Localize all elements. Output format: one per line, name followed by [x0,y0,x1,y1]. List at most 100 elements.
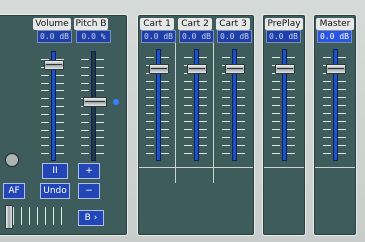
fader-scale-tick [161,97,169,98]
fader-scale-tick [199,137,207,138]
fader-scale-tick [272,105,280,106]
fader-scale-tick [338,89,346,90]
volume-b-readout: 0.0 dB [37,30,72,43]
fader-scale-tick [338,137,346,138]
fader-scale-tick [323,121,331,122]
cart-1-fader-knob[interactable] [149,64,169,74]
fader-scale-tick [161,153,169,154]
preplay-fader-knob[interactable] [275,64,295,74]
fader-scale-tick [323,137,331,138]
fader-scale-tick [81,90,89,91]
cart-1-header: Cart 1 [140,18,174,30]
fader-scale-tick [184,129,192,130]
fader-scale-tick [41,114,49,115]
pitch-bend-tick [61,207,62,225]
fader-scale-tick [323,113,331,114]
fader-scale-tick [222,89,230,90]
cart-1-readout: 0.0 dB [141,30,176,43]
af-button[interactable]: AF [3,183,25,199]
pitch-bend-tick [37,207,38,225]
fader-scale-tick [41,130,49,131]
fader-scale-tick [56,153,64,154]
pitch-bend-tick [53,207,54,225]
fader-scale-tick [237,105,245,106]
cart-2-readout: 0.0 dB [179,30,214,43]
fader-scale-tick [272,153,280,154]
fader-scale-tick [199,145,207,146]
master-panel: Master 0.0 dB [313,14,357,236]
fader-scale-tick [237,113,245,114]
cart-3-header: Cart 3 [216,18,250,30]
dial-icon[interactable] [5,153,19,167]
fader-scale-tick [237,145,245,146]
fader-scale-tick [41,153,49,154]
fader-scale-tick [287,81,295,82]
fader-scale-tick [184,153,192,154]
fader-scale-tick [184,121,192,122]
fader-scale-tick [146,153,154,154]
fader-scale-tick [338,129,346,130]
fader-scale-tick [81,83,89,84]
fader-scale-tick [81,130,89,131]
fader-scale-tick [338,113,346,114]
pitch-bend-slider[interactable] [5,205,63,229]
volume-b-fader-knob[interactable] [44,60,64,70]
fader-scale-tick [56,75,64,76]
master-header: Master [316,18,354,30]
fader-scale-tick [323,57,331,58]
mixer-window: Volume B Pitch B 0.0 dB 0.0 % II + AF Un… [0,0,365,242]
pitch-bend-knob[interactable] [5,205,13,229]
fader-scale-tick [81,122,89,123]
pitch-center-indicator [113,99,119,105]
fader-scale-tick [338,81,346,82]
b-next-button[interactable]: B › [78,210,104,226]
fader-scale-tick [184,81,192,82]
pause-button[interactable]: II [42,163,68,179]
fader-scale-tick [41,137,49,138]
fader-scale-tick [56,106,64,107]
fader-scale-tick [323,81,331,82]
fader-scale-tick [81,145,89,146]
deck-b-panel: Volume B Pitch B 0.0 dB 0.0 % II + AF Un… [0,14,128,236]
fader-scale-tick [146,57,154,58]
cart-2-header: Cart 2 [178,18,212,30]
fader-scale-tick [184,137,192,138]
fader-scale-tick [41,122,49,123]
fader-scale-tick [96,67,104,68]
fader-scale-tick [338,145,346,146]
fader-scale-tick [287,145,295,146]
fader-scale-tick [41,75,49,76]
undo-button[interactable]: Undo [40,183,70,199]
fader-area-divider [315,167,355,168]
fader-scale-tick [161,105,169,106]
fader-scale-tick [146,89,154,90]
fader-scale-tick [184,105,192,106]
fader-scale-tick [184,57,192,58]
fader-scale-tick [222,113,230,114]
fader-scale-tick [222,97,230,98]
fader-scale-tick [96,137,104,138]
pitch-minus-button[interactable]: − [78,183,100,199]
cart-2-fader-knob[interactable] [187,64,207,74]
fader-scale-tick [199,113,207,114]
pitch-plus-button[interactable]: + [78,163,100,179]
fader-scale-tick [199,129,207,130]
fader-scale-tick [323,89,331,90]
fader-scale-tick [56,145,64,146]
fader-scale-tick [237,89,245,90]
fader-scale-tick [272,129,280,130]
fader-area-divider [139,167,253,168]
fader-scale-tick [56,98,64,99]
fader-scale-tick [146,129,154,130]
fader-scale-tick [338,121,346,122]
master-readout: 0.0 dB [317,30,352,43]
fader-scale-tick [184,97,192,98]
cart-3-fader-knob[interactable] [225,64,245,74]
master-fader-knob[interactable] [326,64,346,74]
pitch-b-fader-knob[interactable] [83,97,107,107]
fader-scale-tick [199,105,207,106]
fader-scale-tick [56,130,64,131]
preplay-readout: 0.0 dB [266,30,301,43]
fader-scale-tick [96,153,104,154]
fader-scale-tick [287,57,295,58]
